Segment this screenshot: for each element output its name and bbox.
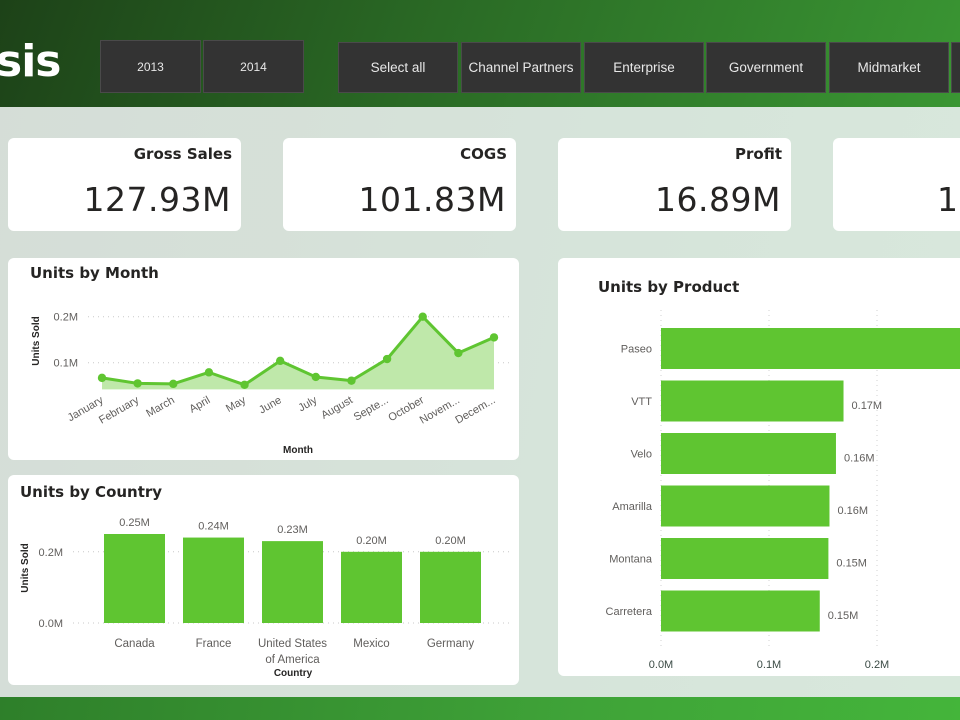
x-tick-label: Germany [427,638,475,650]
data-label: 0.24M [198,521,229,533]
bar [262,541,323,623]
units-by-country-chart: 0.0M 0.2M 0.25M Canada 0.24M France 0.23M Unite… [20,517,513,679]
y-tick-label: 0.2M [54,312,78,324]
data-point [418,312,427,321]
x-tick-label: France [196,638,232,650]
x-tick-label: 0.1M [757,659,781,671]
x-tick-label: May [224,394,248,415]
data-label: 0.15M [828,610,859,622]
x-tick-label: Novem... [418,394,462,426]
y-tick-label: Velo [631,449,652,461]
footer-banner [0,697,960,720]
x-tick-label: Decem... [453,394,497,426]
bar [341,551,402,623]
y-tick-label: 0.1M [54,358,78,370]
x-tick-label: United States [258,638,327,650]
units-by-month-chart: 0.1M0.2MJanuaryFebruary March April May June… [31,312,513,456]
kpi-value: 16.89M [655,180,781,219]
x-tick-label: 0.0M [649,659,673,671]
bar [183,537,244,623]
bar [661,380,844,422]
data-label: 0.20M [435,535,466,547]
x-tick-label: April [187,394,212,415]
segment-slicer-enterprise[interactable]: Enterprise [584,42,704,93]
data-label: 0.15M [836,558,867,570]
data-point [454,348,463,358]
data-point [133,379,142,388]
data-point [204,368,214,377]
segment-slicer-small-business[interactable] [951,42,960,93]
units-by-product-card: Units by Product 0.0M 0.1M 0.2M Paseo VTT 0.1… [558,258,960,676]
data-point [382,354,392,364]
x-tick-label: Canada [114,638,155,650]
kpi-card-partial: 1. [833,138,960,231]
bar [661,538,829,579]
data-label: 0.16M [837,505,868,517]
kpi-label: COGS [460,145,507,163]
bar [661,485,830,527]
y-tick-label: 0.2M [39,547,63,559]
data-point [240,380,249,389]
kpi-card-profit: Profit 16.89M [558,138,791,231]
x-axis-title: Month [283,445,313,456]
y-tick-label: Carretera [606,606,653,618]
data-point [347,376,356,385]
data-point [489,333,499,342]
data-label: 0.20M [356,535,387,547]
y-tick-label: Amarilla [612,501,653,513]
x-tick-label: of America [265,654,320,666]
x-tick-label: July [296,394,319,414]
x-tick-label: June [257,394,284,416]
header-banner: sis 2013 2014 Select all Channel Partner… [0,0,960,107]
units-by-country-card: Units by Country 0.0M 0.2M 0.25M Canada 0.24… [8,475,519,685]
data-label: 0.17M [852,400,883,412]
x-tick-label: Septe... [352,394,391,423]
segment-slicer-channel-partners[interactable]: Channel Partners [461,42,581,93]
segment-slicer-midmarket[interactable]: Midmarket [829,42,949,93]
x-tick-label: 0.2M [865,659,889,671]
kpi-label: Profit [735,145,782,163]
y-tick-label: 0.0M [39,618,63,630]
dashboard-title: sis [0,36,61,87]
y-tick-label: Paseo [621,344,652,356]
data-point [97,373,107,383]
bar [420,551,481,623]
kpi-value: 1. [937,180,960,219]
bar [661,590,820,632]
y-tick-label: Montana [609,554,653,566]
x-tick-label: March [144,394,176,420]
x-tick-label: February [97,394,142,427]
bar [661,433,836,474]
data-point [275,356,285,366]
x-axis-title: Country [274,668,313,679]
segment-slicer-government[interactable]: Government [706,42,826,93]
kpi-card-cogs: COGS 101.83M [283,138,516,231]
y-tick-label: VTT [631,396,652,408]
data-label: 0.23M [277,524,308,536]
units-by-month-card: Units by Month 0.1M 0.2M January February Ma… [8,258,519,460]
segment-slicer-select-all[interactable]: Select all [338,42,458,93]
units-by-product-chart: 0.0M 0.1M 0.2M Paseo VTT 0.17M Velo 0.16M Amaril… [606,310,960,671]
year-slicer-2014[interactable]: 2014 [203,40,304,93]
year-slicer-2013[interactable]: 2013 [100,40,201,93]
y-axis-title: Units Sold [31,316,42,365]
data-point [169,379,178,389]
kpi-value: 127.93M [83,180,231,219]
data-label: 0.25M [119,517,150,529]
bar [104,534,165,623]
x-tick-label: August [319,394,355,422]
data-point [311,372,321,382]
y-axis-title: Units Sold [20,543,31,592]
kpi-value: 101.83M [358,180,506,219]
kpi-card-gross-sales: Gross Sales 127.93M [8,138,241,231]
kpi-label: Gross Sales [133,145,232,163]
x-tick-label: Mexico [353,638,389,650]
bar [661,328,960,369]
data-label: 0.16M [844,453,875,465]
